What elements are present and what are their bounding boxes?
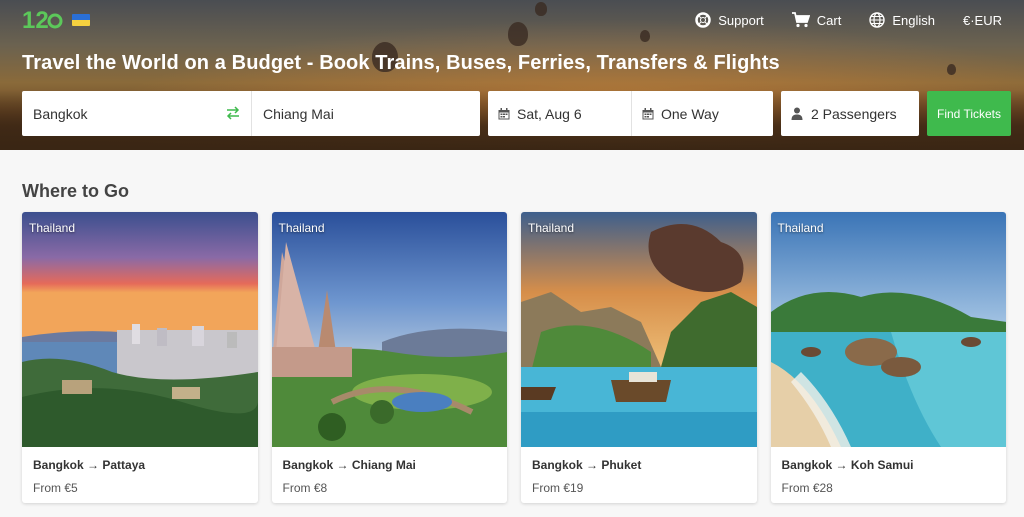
svg-text:12: 12 <box>22 7 49 34</box>
support-link[interactable]: Support <box>695 12 764 28</box>
trip-type-value: One Way <box>661 105 719 122</box>
currency-selector[interactable]: €·EUR <box>963 13 1002 28</box>
chiang-mai-pagoda-image <box>271 212 507 447</box>
top-bar: 12 Support Cart English €·EUR <box>0 0 1024 40</box>
date-value: Sat, Aug 6 <box>517 105 582 122</box>
date-fields: Sat, Aug 6 One Way <box>488 91 773 136</box>
pattaya-photo: Thailand <box>22 212 258 447</box>
card-route: Bangkok → Pattaya <box>33 458 146 472</box>
cart-label: Cart <box>816 12 842 28</box>
pattaya-city-sunset-image <box>22 212 258 447</box>
country-label: Thailand <box>528 221 575 235</box>
destination-card-phuket[interactable]: Thailand Bangkok → Phuket From €19 <box>521 212 757 503</box>
hero-title: Travel the World on a Budget - Book Trai… <box>22 52 780 74</box>
cart-link[interactable]: Cart <box>791 12 842 28</box>
person-icon <box>791 107 803 120</box>
card-body: Bangkok → Chiang Mai From €8 <box>272 447 508 495</box>
language-selector[interactable]: English <box>869 12 935 28</box>
card-route: Bangkok → Koh Samui <box>781 458 914 472</box>
country-label: Thailand <box>29 221 76 235</box>
trip-type-field[interactable]: One Way <box>631 91 773 136</box>
calendar-icon <box>642 107 654 119</box>
phuket-photo: Thailand <box>521 212 757 447</box>
passengers-value: 2 Passengers <box>811 105 897 122</box>
card-body: Bangkok → Koh Samui From €28 <box>771 447 1007 495</box>
card-body: Bangkok → Phuket From €19 <box>521 447 757 495</box>
passengers-field[interactable]: 2 Passengers <box>781 91 919 136</box>
country-label: Thailand <box>278 221 325 235</box>
hero-banner: 12 Support Cart English €·EUR Travel the… <box>0 0 1024 150</box>
destination-card-koh-samui[interactable]: Thailand Bangkok → Koh Samui From €28 <box>770 212 1007 503</box>
card-price: From €5 <box>33 481 78 495</box>
balloon-decoration <box>947 64 956 75</box>
to-value: Chiang Mai <box>263 105 334 122</box>
card-body: Bangkok → Pattaya From €5 <box>22 447 258 495</box>
card-price: From €8 <box>282 481 328 495</box>
koh-samui-beach-image <box>770 212 1006 447</box>
to-field[interactable]: Chiang Mai <box>251 91 480 136</box>
destination-card-chiang-mai[interactable]: Thailand Bangkok → Chiang Mai From €8 <box>271 212 508 503</box>
find-tickets-button[interactable]: Find Tickets <box>927 91 1011 136</box>
where-to-go-section: Where to Go Thailand Bangkok → Pattaya F… <box>22 150 1006 503</box>
koh-samui-photo: Thailand <box>770 212 1006 447</box>
card-route: Bangkok → Phuket <box>532 458 642 472</box>
header-nav: Support Cart English €·EUR <box>695 12 1002 28</box>
card-price: From €28 <box>781 481 833 495</box>
swap-arrows-icon[interactable] <box>226 106 240 120</box>
card-price: From €19 <box>532 481 584 495</box>
globe-icon <box>869 12 886 28</box>
route-fields: Bangkok Chiang Mai <box>22 91 480 136</box>
card-route: Bangkok → Chiang Mai <box>282 458 416 472</box>
currency-label: €·EUR <box>962 12 1002 28</box>
date-field[interactable]: Sat, Aug 6 <box>488 91 631 136</box>
search-form: Bangkok Chiang Mai Sat, Aug 6 One Way 2 … <box>22 91 1011 136</box>
lifebuoy-icon <box>695 12 711 28</box>
phuket-boats-image <box>521 212 757 447</box>
language-label: English <box>892 12 935 28</box>
calendar-icon <box>498 107 510 119</box>
section-title: Where to Go <box>22 181 129 201</box>
chiang-mai-photo: Thailand <box>271 212 507 447</box>
support-label: Support <box>718 12 764 28</box>
logo-mark: 12 <box>22 7 63 34</box>
from-value: Bangkok <box>33 105 88 122</box>
destination-card-pattaya[interactable]: Thailand Bangkok → Pattaya From €5 <box>22 212 258 503</box>
ukraine-flag-icon <box>72 14 90 26</box>
from-field[interactable]: Bangkok <box>22 91 251 136</box>
logo[interactable]: 12 <box>22 5 90 35</box>
destination-cards: Thailand Bangkok → Pattaya From €5 Thail… <box>22 212 1006 503</box>
country-label: Thailand <box>777 221 824 235</box>
cart-icon <box>791 12 810 28</box>
